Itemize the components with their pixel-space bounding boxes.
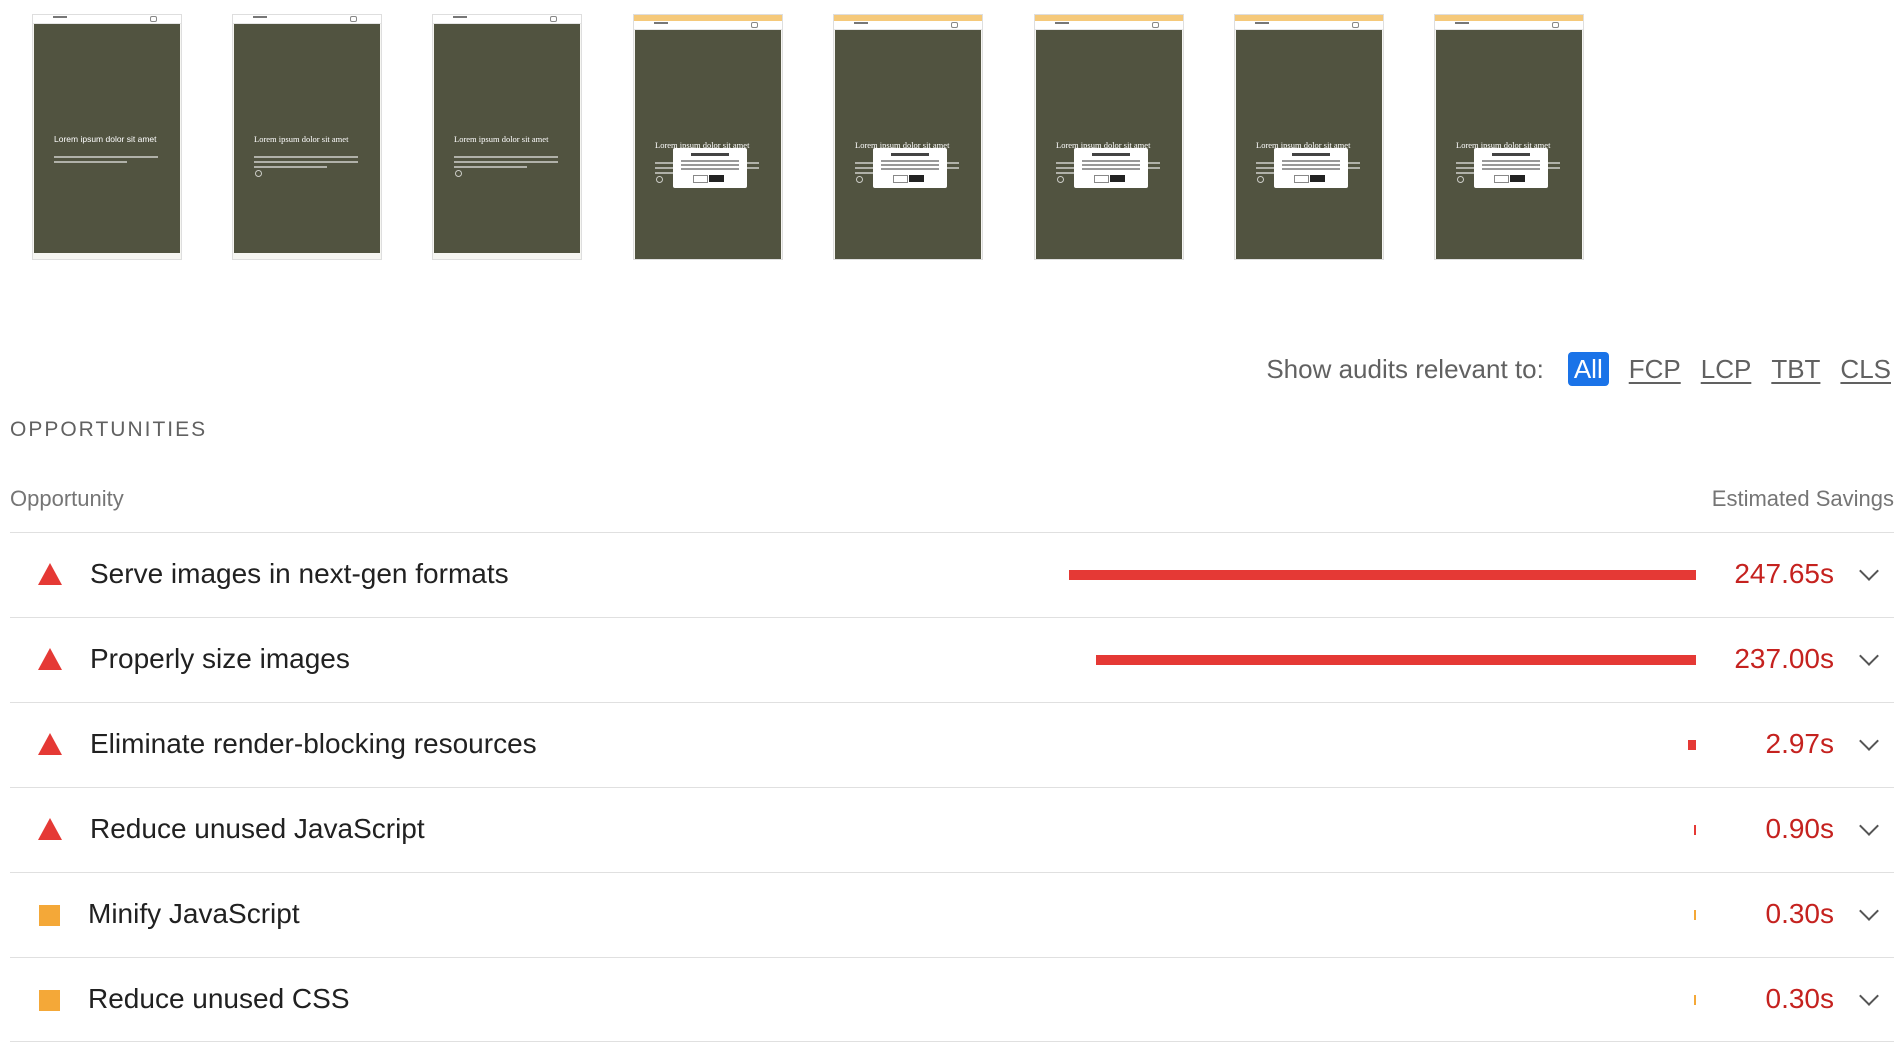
chevron-down-icon[interactable] (1859, 816, 1879, 836)
savings-bar-track (1056, 910, 1696, 920)
filter-chip-tbt[interactable]: TBT (1771, 354, 1820, 385)
savings-bar (1693, 825, 1696, 835)
frame-navbar (1235, 21, 1383, 30)
frame-hero: Lorem ipsum dolor sit amet (635, 30, 781, 259)
filmstrip-frame: Lorem ipsum dolor sit amet (833, 14, 983, 260)
frame-hero-title: Lorem ipsum dolor sit amet (54, 134, 157, 144)
savings-bar-track (1056, 995, 1696, 1005)
frame-hero-title: Lorem ipsum dolor sit amet (254, 134, 349, 144)
savings-bar (1068, 570, 1696, 580)
audit-row[interactable]: Eliminate render-blocking resources 2.97… (10, 702, 1894, 787)
scroll-down-icon (1457, 176, 1464, 183)
savings-bar-track (1056, 655, 1696, 665)
audit-row[interactable]: Properly size images 237.00s (10, 617, 1894, 702)
filmstrip-frame: Lorem ipsum dolor sit amet (232, 14, 382, 260)
scroll-down-icon (1057, 176, 1064, 183)
frame-hero-title: Lorem ipsum dolor sit amet (454, 134, 549, 144)
audit-savings: 0.30s (1765, 898, 1835, 929)
section-title: OPPORTUNITIES (10, 418, 208, 441)
fail-triangle-icon (38, 648, 62, 670)
opportunities-list: Serve images in next-gen formats 247.65s… (10, 532, 1894, 1042)
audit-title: Properly size images (90, 643, 350, 674)
frame-hero: Lorem ipsum dolor sit amet (1236, 30, 1382, 259)
chevron-down-icon[interactable] (1859, 731, 1879, 751)
frame-hero: Lorem ipsum dolor sit amet (1036, 30, 1182, 259)
column-header-opportunity: Opportunity (10, 486, 124, 511)
filmstrip-frame: Lorem ipsum dolor sit amet (633, 14, 783, 260)
audit-savings: 237.00s (1734, 643, 1834, 674)
frame-hero: Lorem ipsum dolor sit amet (1436, 30, 1582, 259)
scroll-down-icon (1257, 176, 1264, 183)
frame-modal (1274, 148, 1348, 188)
audit-row[interactable]: Minify JavaScript 0.30s (10, 872, 1894, 957)
fail-triangle-icon (38, 733, 62, 755)
audit-row[interactable]: Serve images in next-gen formats 247.65s (10, 532, 1894, 617)
savings-bar (1688, 740, 1696, 750)
frame-navbar (1035, 21, 1183, 30)
scroll-down-icon (856, 176, 863, 183)
audit-title: Minify JavaScript (88, 898, 300, 929)
savings-bar-track (1056, 825, 1696, 835)
savings-bar (1694, 910, 1696, 920)
frame-hero: Lorem ipsum dolor sit amet (835, 30, 981, 259)
frame-modal (873, 148, 947, 188)
filmstrip-frame: Lorem ipsum dolor sit amet (1234, 14, 1384, 260)
filter-chip-lcp[interactable]: LCP (1701, 354, 1752, 385)
audit-savings: 247.65s (1734, 558, 1834, 589)
frame-navbar (33, 15, 181, 24)
audit-row[interactable]: Reduce unused JavaScript 0.90s (10, 787, 1894, 872)
filter-chip-all[interactable]: All (1567, 352, 1609, 386)
audit-title: Reduce unused JavaScript (90, 813, 425, 844)
audit-title: Eliminate render-blocking resources (90, 728, 537, 759)
average-square-icon (39, 990, 60, 1011)
frame-navbar (834, 21, 982, 30)
chevron-down-icon[interactable] (1859, 986, 1879, 1006)
audit-savings: 0.30s (1765, 983, 1835, 1014)
filter-label: Show audits relevant to: (1266, 353, 1544, 384)
frame-navbar (433, 15, 581, 24)
frame-hero: Lorem ipsum dolor sit amet (34, 24, 180, 253)
scroll-down-icon (656, 176, 663, 183)
frame-hero: Lorem ipsum dolor sit amet (434, 24, 580, 253)
savings-bar (1694, 995, 1696, 1005)
filter-chip-cls[interactable]: CLS (1840, 354, 1891, 385)
frame-modal-title (1492, 153, 1530, 156)
savings-bar-track (1056, 740, 1696, 750)
audit-filter-bar: Show audits relevant to: All FCP LCP TBT… (1266, 352, 1891, 386)
audit-savings: 2.97s (1765, 728, 1835, 759)
chevron-down-icon[interactable] (1859, 901, 1879, 921)
frame-modal (1474, 148, 1548, 188)
fail-triangle-icon (38, 563, 62, 585)
scroll-down-icon (255, 170, 262, 177)
column-headers: Opportunity Estimated Savings (10, 486, 1894, 512)
column-header-savings: Estimated Savings (1711, 486, 1894, 511)
fail-triangle-icon (38, 818, 62, 840)
filmstrip-frame: Lorem ipsum dolor sit amet (432, 14, 582, 260)
frame-modal-title (891, 153, 929, 156)
frame-navbar (233, 15, 381, 24)
filmstrip-frame: Lorem ipsum dolor sit amet (1434, 14, 1584, 260)
frame-navbar (1435, 21, 1583, 30)
filmstrip-frame: Lorem ipsum dolor sit amet (1034, 14, 1184, 260)
frame-modal (1074, 148, 1148, 188)
audit-row[interactable]: Reduce unused CSS 0.30s (10, 957, 1894, 1042)
filmstrip-frame: Lorem ipsum dolor sit amet (32, 14, 182, 260)
filter-chip-fcp[interactable]: FCP (1629, 354, 1681, 385)
frame-modal-title (1292, 153, 1330, 156)
screenshot-filmstrip: Lorem ipsum dolor sit amet Lorem ipsum d… (32, 14, 1896, 264)
audit-title: Reduce unused CSS (88, 983, 350, 1014)
audit-title: Serve images in next-gen formats (90, 558, 509, 589)
savings-bar-track (1056, 570, 1696, 580)
chevron-down-icon[interactable] (1859, 646, 1879, 666)
frame-modal-title (1092, 153, 1130, 156)
audit-savings: 0.90s (1765, 813, 1835, 844)
frame-modal (673, 148, 747, 188)
frame-hero: Lorem ipsum dolor sit amet (234, 24, 380, 253)
scroll-down-icon (455, 170, 462, 177)
frame-navbar (634, 21, 782, 30)
frame-modal-title (691, 153, 729, 156)
chevron-down-icon[interactable] (1859, 561, 1879, 581)
savings-bar (1095, 655, 1696, 665)
average-square-icon (39, 905, 60, 926)
